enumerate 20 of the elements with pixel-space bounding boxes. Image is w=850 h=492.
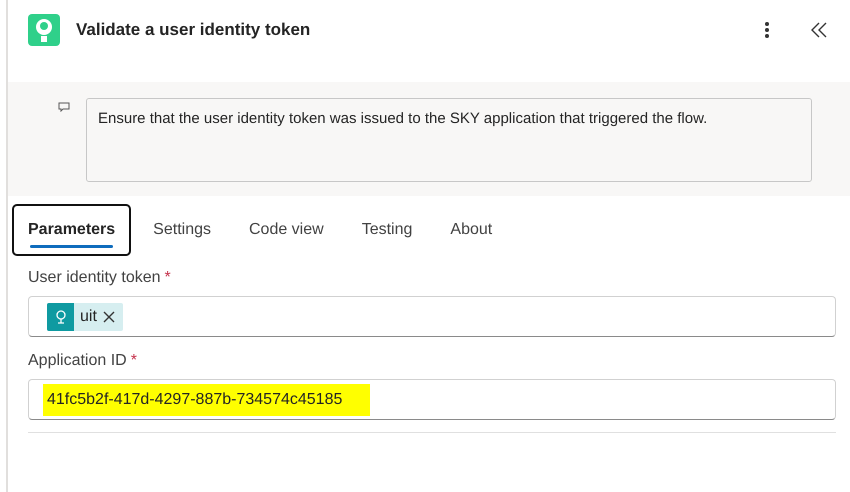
required-asterisk: * [130,352,137,369]
app-icon [28,14,60,46]
comment-icon [58,102,70,112]
tab[interactable]: Parameters [12,204,132,256]
token-chip[interactable]: uit [47,302,123,330]
required-asterisk: * [164,269,171,286]
panel-title: Validate a user identity token [76,19,312,42]
collapse-icon [810,20,828,39]
field-label: Application ID [28,352,127,369]
token-icon [47,302,74,330]
tab[interactable]: About [434,204,508,256]
more-icon [764,20,770,39]
remove-token-icon[interactable] [102,310,115,322]
tab[interactable]: Testing [346,204,428,256]
description-box[interactable]: Ensure that the user identity token was issued to the SKY application that triggered the flow. [86,98,812,182]
tab[interactable]: Code view [232,204,340,256]
text-field[interactable]: 41fc5b2f-417d-4297-887b-734574c45185 [28,379,836,420]
tab[interactable]: Settings [137,204,227,256]
token-field[interactable]: uit [28,296,836,337]
field-label: User identity token [28,269,161,286]
